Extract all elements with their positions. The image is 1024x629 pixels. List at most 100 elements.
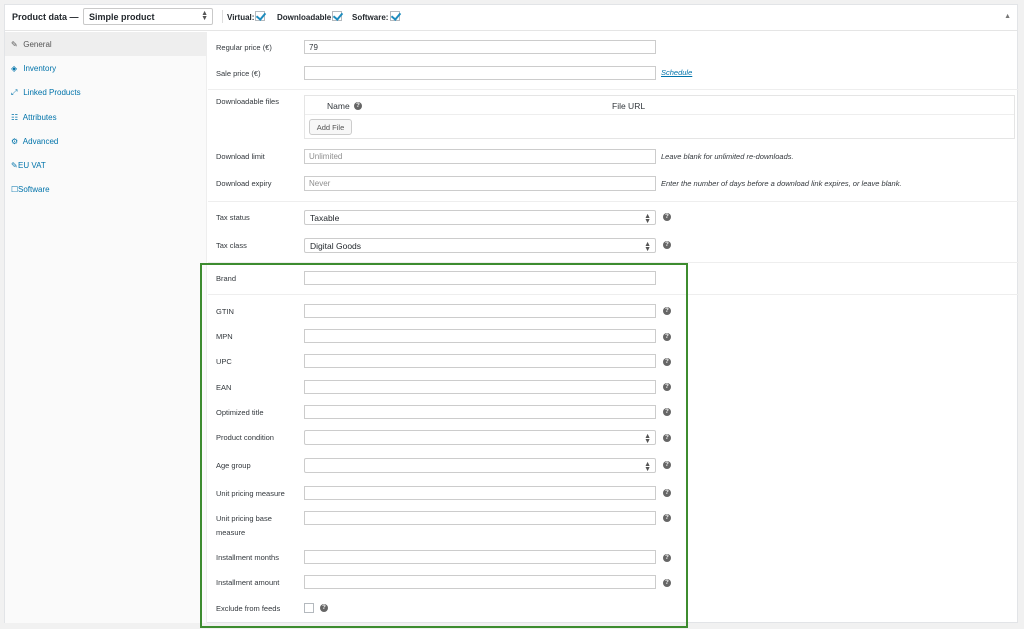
virtual-label: Virtual:: [227, 13, 255, 22]
upc-input[interactable]: [304, 354, 656, 368]
section-divider: [208, 294, 1019, 295]
column-name: Name: [327, 101, 350, 111]
help-icon[interactable]: ?: [663, 333, 671, 341]
product-data-panel: Product data — Simple product ▲ ▼ Virtual…: [4, 4, 1019, 628]
help-icon[interactable]: ?: [663, 213, 671, 221]
unit-pricing-measure-label: Unit pricing measure: [216, 489, 285, 498]
download-expiry-description: Enter the number of days before a downlo…: [661, 179, 902, 188]
header-divider: [222, 10, 223, 23]
tab-eu-vat[interactable]: ✎EU VAT: [5, 153, 207, 177]
mpn-label: MPN: [216, 332, 233, 341]
tab-label: Advanced: [22, 137, 59, 146]
help-icon[interactable]: ?: [320, 604, 328, 612]
download-expiry-input[interactable]: Never: [304, 176, 656, 191]
help-icon[interactable]: ?: [663, 489, 671, 497]
download-limit-description: Leave blank for unlimited re-downloads.: [661, 152, 794, 161]
download-limit-label: Download limit: [216, 152, 265, 161]
downloadable-files-label: Downloadable files: [216, 97, 279, 106]
age-group-label: Age group: [216, 461, 251, 470]
help-icon[interactable]: ?: [663, 383, 671, 391]
panel-header: Product data — Simple product ▲ ▼ Virtual…: [5, 5, 1017, 31]
upc-label: UPC: [216, 357, 232, 366]
unit-pricing-base-measure-label: measure: [216, 528, 246, 537]
brand-label: Brand: [216, 274, 237, 283]
list-icon: ☷: [11, 113, 19, 122]
tab-label: Inventory: [23, 64, 57, 73]
gtin-input[interactable]: [304, 304, 656, 318]
select-arrows-icon: ▲ ▼: [644, 241, 651, 253]
tax-status-label: Tax status: [216, 213, 250, 222]
help-icon[interactable]: ?: [354, 102, 362, 110]
link-icon: ⤢: [11, 88, 18, 97]
tab-inventory[interactable]: ◈ Inventory: [5, 56, 207, 80]
tax-status-select[interactable]: Taxable ▲ ▼: [304, 210, 656, 225]
help-icon[interactable]: ?: [663, 408, 671, 416]
product-condition-label: Product condition: [216, 433, 274, 442]
help-icon[interactable]: ?: [663, 307, 671, 315]
product-type-select[interactable]: Simple product ▲ ▼: [83, 8, 213, 25]
download-expiry-label: Download expiry: [216, 179, 272, 188]
exclude-from-feeds-checkbox[interactable]: [304, 603, 314, 613]
tab-label: General: [23, 40, 52, 49]
help-icon[interactable]: ?: [663, 358, 671, 366]
tab-general[interactable]: ✎ General: [5, 32, 207, 56]
tab-label: Linked Products: [23, 88, 81, 97]
select-arrows-icon: ▲ ▼: [644, 461, 651, 473]
tax-class-label: Tax class: [216, 241, 247, 250]
column-file-url: File URL: [612, 101, 646, 111]
tab-label: EU VAT: [18, 161, 46, 170]
unit-pricing-measure-input[interactable]: [304, 486, 656, 500]
schedule-link[interactable]: Schedule: [661, 68, 692, 77]
gear-icon: ⚙: [11, 137, 19, 146]
virtual-checkbox[interactable]: [255, 11, 265, 21]
ean-input[interactable]: [304, 380, 656, 394]
tag-icon: ◈: [11, 64, 18, 73]
help-icon[interactable]: ?: [663, 434, 671, 442]
tab-linked-products[interactable]: ⤢ Linked Products: [5, 80, 207, 104]
add-file-button[interactable]: Add File: [309, 119, 352, 135]
installment-amount-label: Installment amount: [216, 578, 280, 587]
gtin-label: GTIN: [216, 307, 234, 316]
product-type-value: Simple product: [89, 12, 155, 22]
regular-price-label: Regular price (€): [216, 43, 272, 52]
regular-price-input[interactable]: 79: [304, 40, 656, 54]
help-icon[interactable]: ?: [663, 241, 671, 249]
wrench-icon: ✎: [11, 161, 18, 170]
select-arrows-icon: ▲ ▼: [201, 10, 208, 22]
age-group-select[interactable]: ▲ ▼: [304, 458, 656, 473]
exclude-from-feeds-label: Exclude from feeds: [216, 604, 281, 613]
collapse-toggle-icon[interactable]: ▲: [1004, 13, 1011, 20]
tab-attributes[interactable]: ☷ Attributes: [5, 105, 207, 129]
downloadable-checkbox[interactable]: [332, 11, 342, 21]
mpn-input[interactable]: [304, 329, 656, 343]
downloadable-files-header: Name ? File URL: [305, 96, 1014, 115]
tab-label: Attributes: [22, 113, 57, 122]
installment-amount-input[interactable]: [304, 575, 656, 589]
tab-label: Software: [18, 185, 50, 194]
sale-price-input[interactable]: [304, 66, 656, 80]
download-limit-input[interactable]: Unlimited: [304, 149, 656, 164]
help-icon[interactable]: ?: [663, 461, 671, 469]
software-checkbox[interactable]: [390, 11, 400, 21]
downloadable-files-table: Name ? File URL Add File: [304, 95, 1015, 139]
panel-title: Product data —: [12, 12, 79, 22]
select-arrows-icon: ▲ ▼: [644, 433, 651, 445]
tax-class-value: Digital Goods: [310, 241, 362, 251]
unit-pricing-base-measure-input[interactable]: [304, 511, 656, 525]
help-icon[interactable]: ?: [663, 514, 671, 522]
brand-input[interactable]: [304, 271, 656, 285]
section-divider: [208, 201, 1019, 202]
tab-software[interactable]: ☐Software: [5, 177, 207, 201]
unit-pricing-base-measure-label: Unit pricing base: [216, 514, 272, 523]
select-arrows-icon: ▲ ▼: [644, 213, 651, 225]
software-label: Software:: [352, 13, 389, 22]
installment-months-input[interactable]: [304, 550, 656, 564]
help-icon[interactable]: ?: [663, 554, 671, 562]
tab-advanced[interactable]: ⚙ Advanced: [5, 129, 207, 153]
help-icon[interactable]: ?: [663, 579, 671, 587]
product-condition-select[interactable]: ▲ ▼: [304, 430, 656, 445]
downloadable-label: Downloadable:: [277, 13, 334, 22]
wrench-icon: ✎: [11, 40, 18, 49]
optimized-title-input[interactable]: [304, 405, 656, 419]
tax-class-select[interactable]: Digital Goods ▲ ▼: [304, 238, 656, 253]
